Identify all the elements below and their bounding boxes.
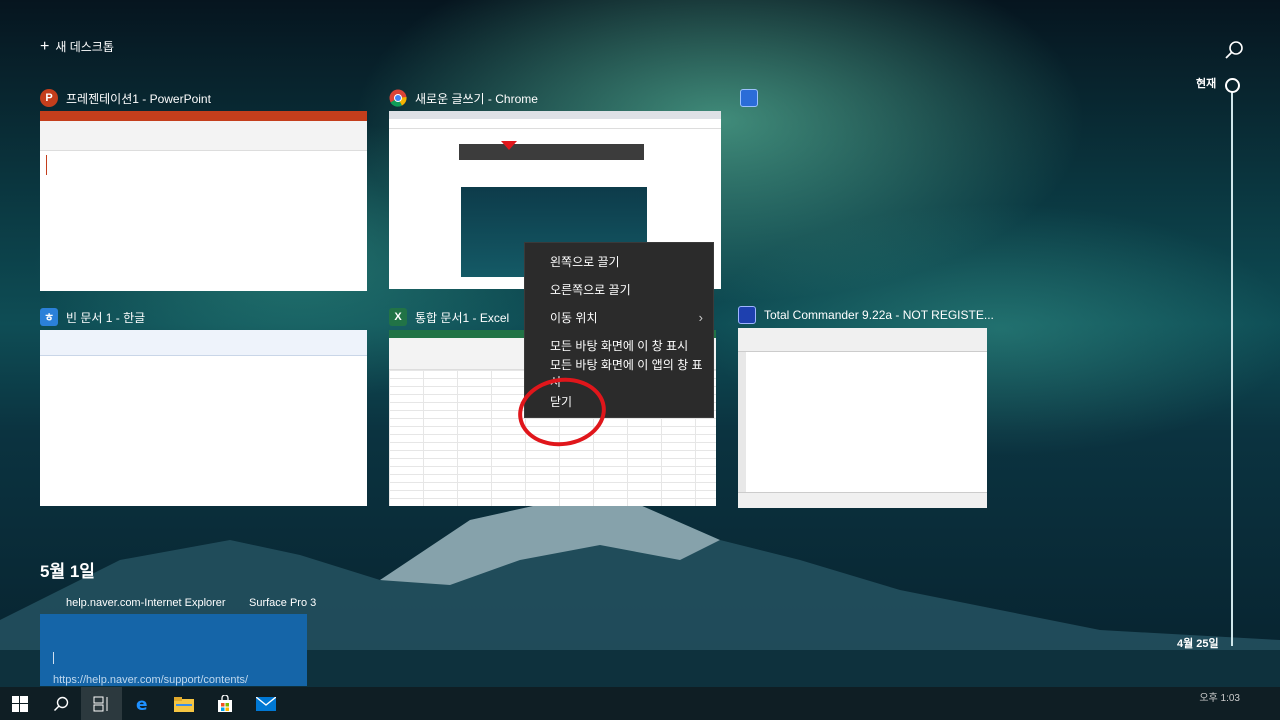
new-desktop-label: 새 데스크톱 — [55, 40, 114, 54]
window-title-text: 새로운 글쓰기 - Chrome — [415, 91, 538, 106]
start-icon[interactable] — [0, 687, 40, 720]
file-explorer-icon[interactable] — [163, 687, 204, 720]
window-title — [740, 89, 758, 107]
window-total-commander[interactable]: Total Commander 9.22a - NOT REGISTE... — [738, 306, 994, 508]
window-store-app[interactable] — [740, 89, 760, 112]
window-title: P 프레젠테이션1 - PowerPoint — [40, 89, 211, 107]
timeline-now-label: 현재 — [1196, 78, 1217, 90]
activity-card[interactable]: https://help.naver.com/support/contents/ — [40, 614, 307, 686]
chrome-icon — [389, 89, 407, 107]
hangul-icon: ㅎ — [40, 308, 58, 326]
mail-icon[interactable] — [245, 687, 286, 720]
taskbar-clock[interactable]: 오후 1:03 — [1199, 689, 1240, 704]
window-thumbnail — [738, 328, 987, 508]
timeline-search-icon[interactable] — [1224, 40, 1244, 60]
menu-item-show-window-all-desktops[interactable]: 모든 바탕 화면에 이 창 표시 — [525, 331, 713, 359]
plus-icon: + — [40, 37, 50, 55]
edge-icon[interactable]: e — [122, 687, 163, 720]
excel-icon: X — [389, 308, 407, 326]
window-title-text: Total Commander 9.22a - NOT REGISTE... — [764, 308, 994, 322]
new-desktop-button[interactable]: + 새 데스크톱 — [40, 38, 114, 55]
activity-card-url: https://help.naver.com/support/contents/ — [53, 674, 249, 686]
window-title: ㅎ 빈 문서 1 - 한글 — [40, 308, 145, 326]
window-title-text: 통합 문서1 - Excel — [415, 310, 510, 325]
window-powerpoint[interactable]: P 프레젠테이션1 - PowerPoint — [40, 89, 367, 291]
taskbar: e 오후 1:03 — [0, 687, 1280, 720]
search-icon[interactable] — [40, 687, 81, 720]
store-app-icon — [740, 89, 758, 107]
timeline-scrollbar[interactable] — [1231, 92, 1233, 646]
store-icon[interactable] — [204, 687, 245, 720]
timeline-date-heading: 5월 1일 — [40, 562, 95, 581]
activity-label-surface[interactable]: Surface Pro 3 — [249, 597, 316, 609]
activity-label-ie[interactable]: help.naver.com-Internet Explorer — [66, 597, 226, 609]
menu-item-snap-right[interactable]: 오른쪽으로 끌기 — [525, 275, 713, 303]
task-view-icon[interactable] — [81, 687, 122, 720]
total-commander-icon — [738, 306, 756, 324]
window-thumbnail — [40, 330, 367, 506]
window-title: X 통합 문서1 - Excel — [389, 308, 509, 326]
powerpoint-icon: P — [40, 89, 58, 107]
timeline-scroll-knob[interactable] — [1225, 78, 1240, 93]
timeline-date-marker: 4월 25일 — [1177, 638, 1219, 650]
window-title: Total Commander 9.22a - NOT REGISTE... — [738, 306, 994, 324]
window-thumbnail — [40, 111, 367, 291]
window-title-text: 빈 문서 1 - 한글 — [66, 310, 146, 325]
window-title-text: 프레젠테이션1 - PowerPoint — [66, 91, 211, 106]
svg-text:e: e — [136, 695, 148, 713]
menu-item-move-to[interactable]: 이동 위치 › — [525, 303, 713, 331]
window-title: 새로운 글쓰기 - Chrome — [389, 89, 538, 107]
chevron-right-icon: › — [698, 309, 703, 325]
menu-item-snap-left[interactable]: 왼쪽으로 끌기 — [525, 247, 713, 275]
window-hangul[interactable]: ㅎ 빈 문서 1 - 한글 — [40, 308, 367, 506]
